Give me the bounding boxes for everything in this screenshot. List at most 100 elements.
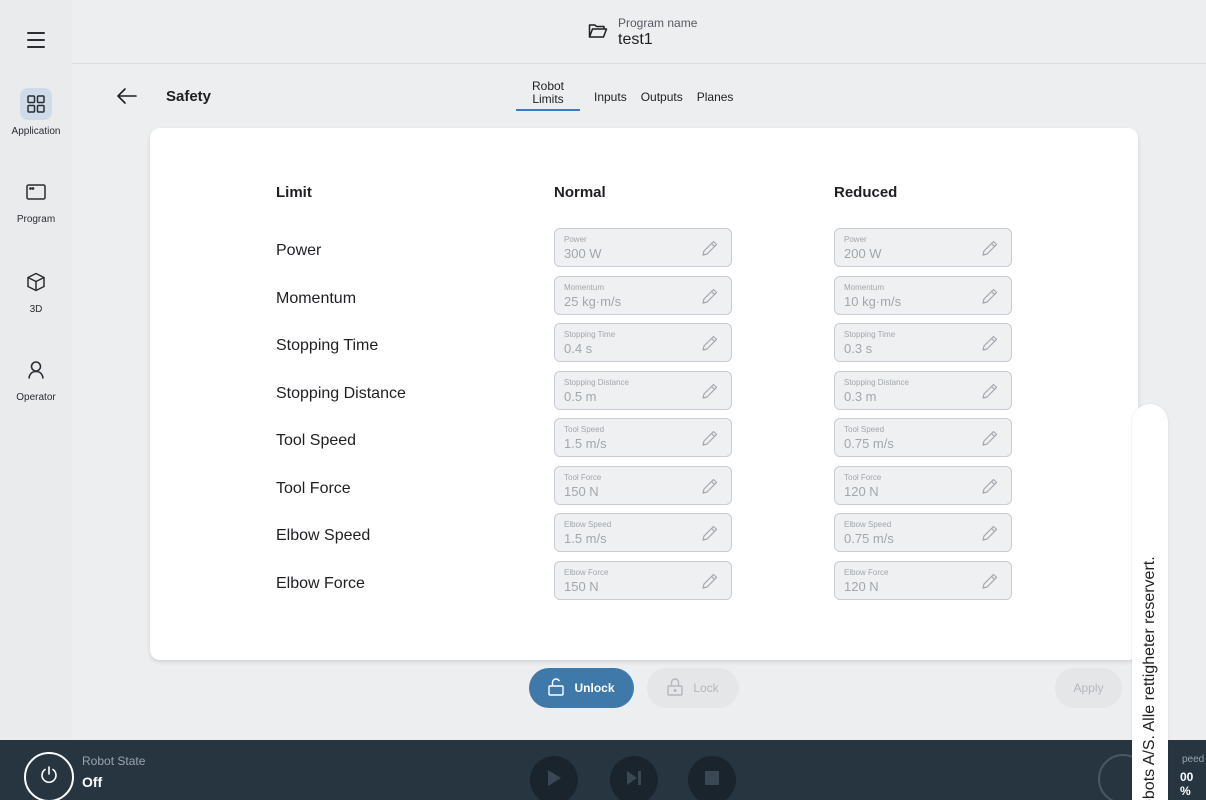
rail-item-3d[interactable]: 3D	[0, 266, 72, 315]
reduced-limit-field[interactable]: Elbow Force 120 N	[834, 560, 1012, 600]
field-value: 150 N	[564, 578, 599, 594]
field-value: 300 W	[564, 246, 602, 261]
pencil-edit-icon[interactable]	[981, 524, 999, 542]
pencil-edit-icon[interactable]	[981, 477, 999, 495]
person-icon	[20, 354, 52, 386]
field-label: Elbow Speed	[844, 520, 892, 529]
unlock-icon	[548, 677, 565, 699]
limit-label: Stopping Distance	[276, 384, 406, 402]
lock-button[interactable]: Lock	[647, 668, 739, 708]
tab-bar: Robot Limits Inputs Outputs Planes	[516, 80, 733, 111]
power-button[interactable]	[24, 752, 74, 800]
pencil-edit-icon[interactable]	[701, 334, 719, 352]
pencil-edit-icon[interactable]	[981, 239, 999, 257]
field-label: Tool Force	[564, 472, 602, 482]
reduced-limit-field[interactable]: Stopping Time 0.3 s	[834, 323, 1012, 362]
field-value: 0.4 s	[564, 341, 593, 356]
pencil-edit-icon[interactable]	[981, 287, 999, 305]
unlock-label: Unlock	[574, 681, 615, 695]
field-value: 200 W	[844, 246, 882, 261]
program-name-value: test1	[618, 31, 653, 48]
column-header-normal: Normal	[554, 184, 606, 201]
tab-planes[interactable]: Planes	[697, 90, 734, 108]
rail-item-application[interactable]: Application	[0, 88, 72, 137]
back-arrow-icon[interactable]	[116, 86, 138, 106]
pencil-edit-icon[interactable]	[981, 572, 999, 590]
pencil-edit-icon[interactable]	[701, 382, 719, 400]
step-button[interactable]	[610, 756, 658, 800]
rail-item-label: Application	[11, 126, 61, 137]
normal-limit-field[interactable]: Tool Force 150 N	[554, 465, 732, 505]
grid-icon	[20, 88, 52, 120]
watermark-text: obots A/S. Alle rettigheter reservert.	[1141, 556, 1158, 800]
pencil-edit-icon[interactable]	[701, 287, 719, 305]
normal-limit-field[interactable]: Power 300 W	[554, 228, 732, 267]
tab-inputs[interactable]: Inputs	[594, 90, 627, 108]
apply-button[interactable]: Apply	[1055, 668, 1122, 708]
lock-icon	[667, 677, 684, 699]
pencil-edit-icon[interactable]	[981, 429, 999, 447]
field-value: 0.75 m/s	[844, 531, 894, 546]
field-label: Elbow Force	[564, 567, 609, 577]
pencil-edit-icon[interactable]	[701, 239, 719, 257]
field-label: Stopping Distance	[844, 377, 909, 387]
normal-limit-field[interactable]: Elbow Force 150 N	[554, 560, 732, 600]
play-button[interactable]	[530, 756, 578, 800]
limit-row: Tool Speed Tool Speed 1.5 m/s Tool Speed 0.7…	[150, 418, 1138, 466]
field-value: 1.5 m/s	[564, 436, 607, 451]
reduced-limit-field[interactable]: Momentum 10 kg·m/s	[834, 275, 1012, 315]
column-header-reduced: Reduced	[834, 184, 898, 201]
pencil-edit-icon[interactable]	[981, 334, 999, 352]
left-rail: Application Program 3D Operator	[0, 0, 72, 740]
cube-icon	[20, 266, 52, 298]
field-label: Tool Speed	[844, 425, 885, 434]
rail-item-label: Program	[16, 214, 56, 225]
field-value: 0.5 m	[564, 388, 597, 404]
stop-button[interactable]	[688, 756, 736, 800]
field-label: Power	[564, 235, 587, 244]
reduced-limit-field[interactable]: Power 200 W	[834, 228, 1012, 267]
program-name-display[interactable]: Program name test1	[588, 16, 697, 50]
limit-label: Power	[276, 242, 322, 259]
unlock-button[interactable]: Unlock	[529, 668, 634, 708]
normal-limit-field[interactable]: Momentum 25 kg·m/s	[554, 275, 732, 315]
reduced-limit-field[interactable]: Tool Speed 0.75 m/s	[834, 418, 1012, 457]
watermark-pill: obots A/S. Alle rettigheter reservert.	[1132, 404, 1168, 800]
field-value: 0.75 m/s	[844, 436, 894, 451]
limit-row: Stopping Distance Stopping Distance 0.5 mS…	[150, 370, 1138, 419]
rail-item-operator[interactable]: Operator	[0, 354, 72, 403]
tab-robot-limits[interactable]: Robot Limits	[516, 80, 580, 111]
field-value: 10 kg·m/s	[844, 293, 902, 309]
normal-limit-field[interactable]: Stopping Distance 0.5 m	[554, 370, 732, 410]
limit-row: Power Power 300 W Power 200 W	[150, 228, 1138, 276]
reduced-limit-field[interactable]: Stopping Distance 0.3 m	[834, 370, 1012, 410]
pencil-edit-icon[interactable]	[701, 429, 719, 447]
speed-value: 00 %	[1180, 770, 1194, 798]
rail-item-program[interactable]: Program	[0, 176, 72, 225]
column-header-limit: Limit	[276, 184, 312, 201]
reduced-limit-field[interactable]: Tool Force 120 N	[834, 465, 1012, 505]
pencil-edit-icon[interactable]	[981, 382, 999, 400]
power-icon	[39, 765, 59, 790]
limit-label: Tool Force	[276, 479, 351, 497]
normal-limit-field[interactable]: Stopping Time 0.4 s	[554, 323, 732, 362]
play-icon	[545, 768, 563, 793]
limit-row: Momentum Momentum 25 kg·m/s Momentum 10 kg·m…	[150, 275, 1138, 324]
normal-limit-field[interactable]: Tool Speed 1.5 m/s	[554, 418, 732, 457]
normal-limit-field[interactable]: Elbow Speed 1.5 m/s	[554, 513, 732, 552]
limit-label: Elbow Force	[276, 574, 365, 592]
folder-icon	[588, 23, 608, 44]
reduced-limit-field[interactable]: Elbow Speed 0.75 m/s	[834, 513, 1012, 552]
rail-item-label: 3D	[29, 304, 43, 315]
field-label: Elbow Force	[844, 567, 889, 577]
tab-outputs[interactable]: Outputs	[641, 90, 683, 108]
hamburger-menu-icon[interactable]	[22, 26, 50, 54]
limit-row: Tool Force Tool Force 150 N Tool Force 120 N	[150, 465, 1138, 514]
field-label: Power	[844, 235, 867, 244]
field-value: 150 N	[564, 483, 599, 499]
robot-state-label: Robot State	[82, 754, 146, 768]
robot-state-value: Off	[82, 774, 103, 790]
pencil-edit-icon[interactable]	[701, 572, 719, 590]
pencil-edit-icon[interactable]	[701, 477, 719, 495]
pencil-edit-icon[interactable]	[701, 524, 719, 542]
